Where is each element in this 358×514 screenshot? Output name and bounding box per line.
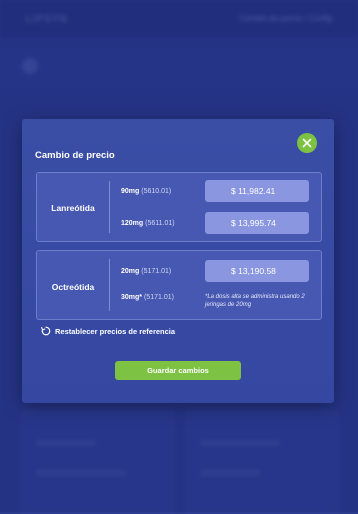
dose-label: 20mg (5171.01) (121, 268, 171, 275)
divider (109, 259, 110, 311)
reset-prices-button[interactable]: Restablecer precios de referencia (41, 326, 175, 336)
close-button[interactable] (297, 133, 317, 153)
product-name: Octreótida (51, 282, 95, 292)
dose-label: 30mg* (5171.01) (121, 294, 174, 301)
dose-code: (5171.01) (141, 268, 172, 275)
save-changes-button[interactable]: Guardar cambios (115, 361, 241, 380)
reset-prices-label: Restablecer precios de referencia (55, 326, 176, 336)
dose-code: (5610.01) (141, 188, 172, 195)
close-icon (302, 138, 312, 148)
product-card-lanreotida: Lanreótida 90mg (5610.01) $ 11,982.41 12… (36, 172, 322, 242)
dose-value: 90mg (121, 188, 140, 195)
dose-value: 120mg (121, 220, 144, 227)
dose-value: 30mg* (121, 294, 143, 301)
price-change-modal: Cambio de precio Lanreótida 90mg (5610.0… (22, 119, 334, 403)
price-input-octreotida-20mg[interactable]: $ 13,190.58 (205, 260, 309, 282)
dose-value: 20mg (121, 268, 140, 275)
dose-code: (5611.01) (145, 220, 175, 227)
price-input-lanreotida-90mg[interactable]: $ 11,982.41 (205, 180, 309, 202)
dose-label: 90mg (5610.01) (121, 188, 171, 195)
divider (109, 181, 110, 233)
modal-title: Cambio de precio (35, 150, 115, 161)
price-input-lanreotida-120mg[interactable]: $ 13,995.74 (205, 212, 309, 234)
dose-label: 120mg (5611.01) (121, 220, 175, 227)
dose-code: (5171.01) (143, 294, 174, 301)
product-name: Lanreótida (51, 203, 95, 213)
product-card-octreotida: Octreótida 20mg (5171.01) $ 13,190.58 30… (36, 250, 322, 320)
refresh-icon (41, 326, 51, 336)
dose-note: *La dosis alta se administra usando 2 je… (205, 294, 305, 308)
